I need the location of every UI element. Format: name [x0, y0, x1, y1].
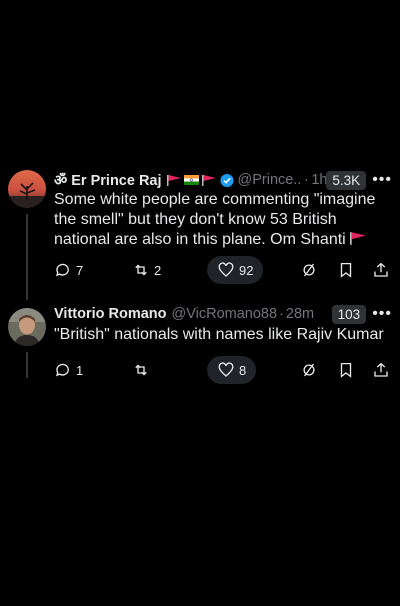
action-bar: 1 8 [54, 356, 390, 384]
tweet-header: ॐ Er Prince Raj @Prince... · 1h 5.3K ••• [54, 170, 392, 190]
repost-button[interactable]: 2 [132, 256, 161, 284]
tweet-1[interactable]: ॐ Er Prince Raj @Prince... · 1h 5.3K •••… [0, 166, 400, 300]
action-bar: 7 2 92 [54, 256, 390, 284]
tweet-header: Vittorio Romano @VicRomano88 · 28m 103 •… [54, 304, 392, 324]
reply-count: 1 [76, 362, 84, 378]
like-count: 8 [239, 362, 247, 378]
reply-icon [55, 263, 69, 277]
repost-icon [135, 364, 147, 376]
more-button[interactable]: ••• [372, 305, 392, 323]
thread-line [26, 352, 28, 378]
more-button[interactable]: ••• [372, 171, 392, 189]
avatar[interactable] [8, 308, 46, 346]
share-icon [374, 362, 388, 377]
bookmark-icon [340, 362, 352, 378]
repost-button[interactable] [132, 356, 154, 384]
share-button[interactable] [372, 256, 390, 284]
red-flag-icon [350, 232, 367, 245]
separator: · [279, 306, 284, 322]
bookmark-button[interactable] [337, 256, 355, 284]
reply-count: 7 [76, 262, 84, 278]
separator: · [303, 172, 309, 188]
tweet-text: Some white people are commenting "imagin… [54, 191, 376, 248]
view-count: 5.3K [326, 170, 367, 190]
share-icon [374, 262, 388, 277]
grok-button[interactable] [300, 356, 318, 384]
repost-count: 2 [154, 262, 162, 278]
tweet-2[interactable]: Vittorio Romano @VicRomano88 · 28m 103 •… [0, 302, 400, 384]
like-icon [218, 362, 234, 377]
reply-icon [55, 363, 69, 377]
reply-button[interactable]: 7 [54, 256, 83, 284]
grok-icon [303, 363, 315, 377]
bookmark-button[interactable] [337, 356, 355, 384]
bookmark-icon [340, 262, 352, 278]
display-name[interactable]: ॐ Er Prince Raj [54, 170, 162, 190]
india-flag-icon [183, 175, 199, 185]
reply-button[interactable]: 1 [54, 356, 83, 384]
red-flag-icon [201, 174, 216, 186]
timestamp[interactable]: 28m [286, 306, 314, 322]
grok-icon [303, 263, 315, 277]
verified-icon [219, 173, 234, 187]
repost-icon [135, 264, 147, 276]
avatar[interactable] [8, 170, 46, 208]
timestamp[interactable]: 1h [311, 172, 326, 188]
view-count: 103 [331, 304, 367, 324]
like-icon [218, 262, 234, 277]
grok-button[interactable] [300, 256, 318, 284]
like-button[interactable]: 92 [207, 256, 264, 284]
handle[interactable]: @VicRomano88 [172, 306, 278, 322]
share-button[interactable] [372, 356, 390, 384]
handle[interactable]: @Prince... [238, 172, 301, 188]
display-name[interactable]: Vittorio Romano [54, 306, 167, 322]
like-button[interactable]: 8 [207, 356, 257, 384]
thread-line [26, 214, 28, 300]
like-count: 92 [239, 262, 254, 278]
tweet-text: "British" nationals with names like Raji… [54, 326, 384, 343]
name-flags [166, 174, 216, 186]
red-flag-icon [166, 174, 181, 186]
